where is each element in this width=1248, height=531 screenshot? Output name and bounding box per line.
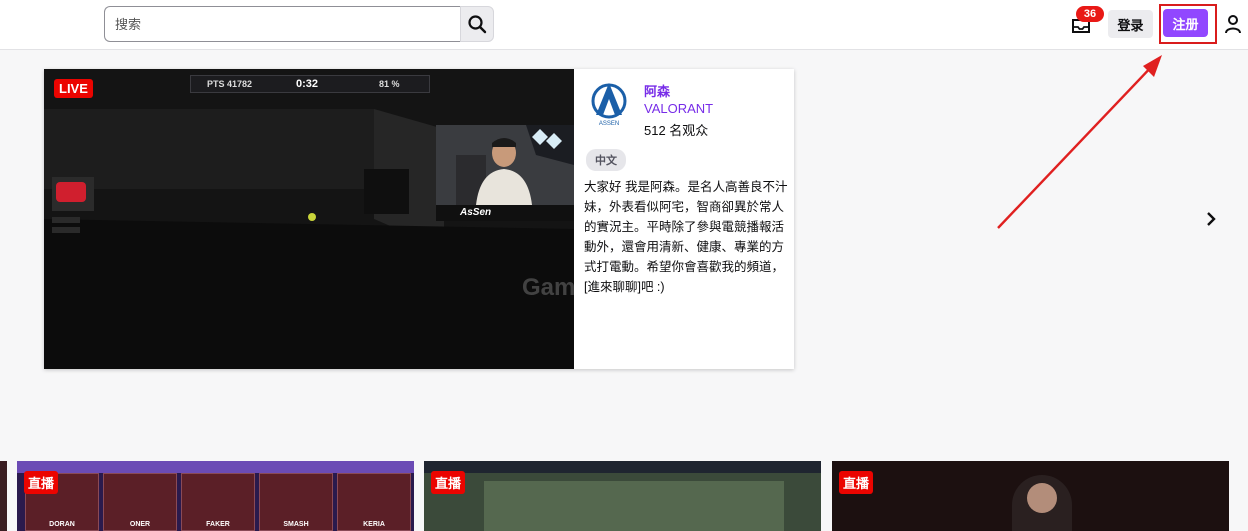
game-category-link[interactable]: VALORANT [644, 101, 713, 116]
search-input[interactable] [104, 6, 460, 42]
player-name: ONER [129, 521, 151, 528]
stream-info-panel: ASSEN 阿森 VALORANT 512 名观众 中文 大家好 我是阿森。是名… [574, 69, 794, 369]
user-icon[interactable] [1224, 14, 1242, 34]
card-thumbnail-band [17, 461, 414, 473]
card-score-bar [424, 461, 821, 473]
search-bar [104, 6, 494, 42]
stream-card[interactable]: 直播 [832, 461, 1229, 531]
top-nav-bar: 36 登录 注册 [0, 0, 1248, 50]
notification-count-badge: 36 [1076, 6, 1104, 22]
partial-stream-card[interactable] [0, 461, 7, 531]
login-button[interactable]: 登录 [1108, 10, 1153, 38]
search-button[interactable] [460, 6, 494, 42]
live-badge: 直播 [431, 471, 466, 494]
streamer-webcam: AsSen [436, 125, 574, 221]
stream-card[interactable]: DORAN ONER FAKER SMASH KERIA 直播 [17, 461, 414, 531]
chevron-right-icon[interactable] [1202, 210, 1220, 228]
player-name: FAKER [206, 521, 230, 528]
channel-name-link[interactable]: 阿森 [644, 81, 670, 100]
channel-description: 大家好 我是阿森。是名人高善良不汁妹，外表看似阿宅，智商卻異於常人的實況主。平時… [584, 180, 788, 294]
card-map-area [484, 481, 784, 531]
search-icon [468, 15, 487, 34]
inbox-button[interactable]: 36 [1068, 6, 1104, 42]
card-player-face [1027, 483, 1057, 513]
video-watermark: GamBoom [522, 274, 574, 301]
svg-text:ASSEN: ASSEN [599, 121, 619, 127]
channel-avatar[interactable]: ASSEN [588, 79, 630, 129]
stream-video-player[interactable]: LIVE PTS 41782 0:32 81 % AsSen GamBoom [44, 69, 574, 369]
live-badge: 直播 [839, 471, 874, 494]
annotation-highlight-box [1159, 4, 1217, 44]
player-name: SMASH [283, 521, 309, 528]
language-tag[interactable]: 中文 [586, 149, 626, 171]
hud-percent: 81 % [379, 79, 400, 89]
stream-card[interactable]: 直播 [424, 461, 821, 531]
viewer-count: 512 名观众 [644, 123, 709, 138]
player-name: DORAN [49, 521, 75, 528]
featured-stream-card[interactable]: LIVE PTS 41782 0:32 81 % AsSen GamBoom [44, 69, 794, 369]
webcam-streamer-name: AsSen [436, 205, 574, 221]
hud-points: PTS 41782 [207, 79, 253, 89]
hud-timer: 0:32 [296, 78, 319, 90]
player-name: KERIA [363, 521, 385, 528]
live-badge: LIVE [54, 79, 93, 98]
live-badge: 直播 [24, 471, 59, 494]
annotation-arrow [997, 55, 1162, 229]
game-hud: PTS 41782 0:32 81 % [190, 75, 430, 93]
